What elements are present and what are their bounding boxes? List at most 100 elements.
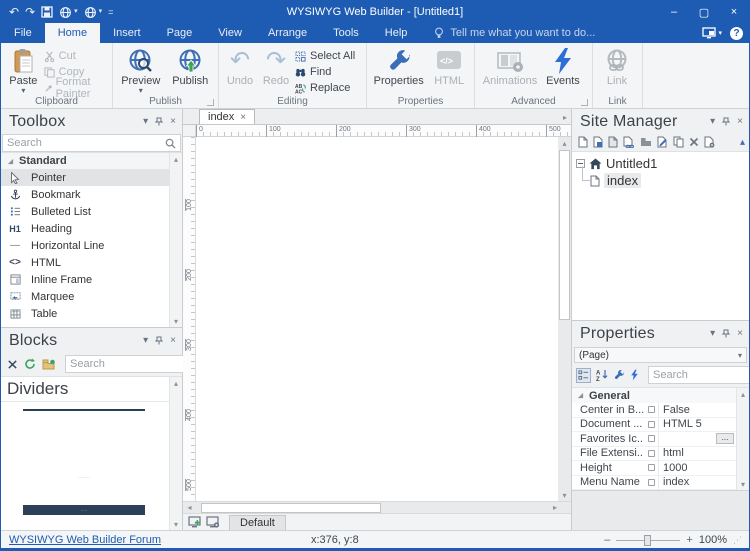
format-painter-button[interactable]: Format Painter — [44, 81, 108, 95]
property-value[interactable]: html — [658, 447, 736, 461]
horizontal-scroll-thumb[interactable] — [201, 503, 381, 513]
properties-button[interactable]: Properties — [371, 46, 426, 87]
tab-help[interactable]: Help — [372, 23, 421, 43]
blocks-scrollbar[interactable] — [169, 377, 182, 530]
replace-button[interactable]: ABAC Replace — [295, 81, 355, 95]
tab-home[interactable]: Home — [45, 23, 100, 43]
canvas-vertical-scrollbar[interactable] — [558, 137, 571, 501]
property-row-height[interactable]: Height 1000 — [572, 461, 736, 476]
property-row-favorites-icon[interactable]: Favorites Ic... ... — [572, 432, 736, 447]
edit-page-icon[interactable] — [657, 136, 668, 148]
new-page-icon[interactable] — [578, 136, 588, 148]
property-value[interactable] — [658, 432, 716, 446]
site-manager-menu-icon[interactable] — [710, 116, 715, 127]
canvas-horizontal-scrollbar[interactable] — [183, 501, 571, 513]
scroll-up-arrow[interactable] — [174, 377, 178, 389]
toolbox-item-pointer[interactable]: Pointer — [1, 169, 169, 186]
vertical-scroll-thumb[interactable] — [559, 150, 570, 320]
toolbox-item-heading[interactable]: H1 Heading — [1, 220, 169, 237]
property-pages-wrench-icon[interactable] — [613, 369, 625, 381]
scroll-down-arrow[interactable] — [174, 518, 178, 530]
blocks-open-folder-icon[interactable] — [42, 359, 55, 370]
close-button[interactable] — [719, 1, 749, 23]
property-value[interactable]: index — [658, 476, 736, 490]
divider-preview-bar[interactable]: ····· — [23, 505, 145, 515]
preview-dropdown-arrow[interactable] — [74, 6, 78, 18]
blocks-pin-icon[interactable] — [155, 336, 163, 345]
blocks-refresh-icon[interactable] — [24, 358, 36, 370]
properties-search[interactable] — [648, 366, 750, 384]
properties-pin-icon[interactable] — [722, 329, 730, 338]
publish-icon[interactable] — [84, 6, 103, 19]
tab-insert[interactable]: Insert — [100, 23, 154, 43]
paste-button[interactable]: Paste — [5, 46, 42, 94]
toolbox-item-bookmark[interactable]: Bookmark — [1, 186, 169, 203]
customize-qat-icon[interactable]: = — [108, 6, 113, 18]
scroll-up-arrow[interactable] — [562, 137, 566, 149]
site-manager-pin-icon[interactable] — [722, 117, 730, 126]
copy-page-icon[interactable] — [673, 136, 684, 148]
zoom-slider[interactable] — [616, 540, 680, 541]
add-breakpoint-icon[interactable] — [187, 515, 203, 530]
toolbox-scrollbar[interactable] — [169, 153, 182, 327]
property-value[interactable]: 1000 — [658, 461, 736, 475]
site-tree-page-index[interactable]: index — [590, 172, 749, 189]
undo-icon[interactable] — [9, 6, 19, 18]
select-all-button[interactable]: Select All — [295, 49, 355, 63]
categorized-view-icon[interactable] — [576, 368, 591, 383]
blocks-menu-icon[interactable] — [143, 335, 148, 346]
zoom-out-button[interactable] — [604, 534, 610, 546]
properties-search-input[interactable] — [649, 369, 750, 381]
tellme-box[interactable]: Tell me what you want to do... — [434, 23, 595, 43]
toolbox-item-marquee[interactable]: Marquee — [1, 288, 169, 305]
toolbox-pin-icon[interactable] — [155, 117, 163, 126]
paste-dropdown-arrow[interactable] — [21, 88, 25, 94]
toolbox-item-bulleted-list[interactable]: Bulleted List — [1, 203, 169, 220]
toolbox-item-horizontal-line[interactable]: — Horizontal Line — [1, 237, 169, 254]
scroll-down-arrow[interactable] — [174, 315, 178, 327]
resize-grip[interactable]: ⋰ — [733, 535, 741, 546]
scroll-down-arrow[interactable] — [741, 478, 745, 490]
site-manager-close-icon[interactable] — [737, 116, 743, 127]
blocks-section-dividers[interactable]: Dividers — [1, 377, 182, 402]
workspace-dropdown-arrow[interactable] — [718, 29, 722, 37]
toolbox-item-table[interactable]: Table — [1, 305, 169, 322]
folder-icon[interactable] — [640, 137, 652, 147]
animations-button[interactable]: Animations — [479, 46, 541, 87]
advanced-dialog-launcher[interactable] — [581, 99, 588, 106]
property-row-menu-name[interactable]: Menu Name index — [572, 476, 736, 491]
toolbox-search-input[interactable] — [3, 137, 165, 149]
maximize-button[interactable] — [689, 1, 719, 23]
link-page-icon[interactable] — [623, 136, 635, 148]
find-button[interactable]: Find — [295, 65, 355, 79]
preview-icon[interactable] — [59, 6, 78, 19]
tab-page[interactable]: Page — [154, 23, 206, 43]
breakpoint-settings-icon[interactable] — [205, 515, 221, 530]
toolbox-menu-icon[interactable] — [143, 116, 148, 127]
scroll-up-arrow[interactable] — [741, 388, 745, 400]
blocks-delete-icon[interactable] — [7, 359, 18, 370]
divider-preview-line[interactable] — [23, 409, 145, 411]
html-button[interactable]: </> HTML — [428, 46, 470, 87]
help-icon[interactable]: ? — [730, 27, 743, 40]
scroll-down-arrow[interactable] — [562, 491, 566, 500]
redo-button[interactable]: Redo — [259, 46, 293, 87]
property-row-center-in-browser[interactable]: Center in B... False — [572, 403, 736, 418]
toolbox-close-icon[interactable] — [170, 116, 176, 127]
tab-file[interactable]: File — [1, 23, 45, 43]
properties-close-icon[interactable] — [737, 328, 743, 339]
zoom-slider-thumb[interactable] — [644, 535, 651, 546]
document-tab-index[interactable]: index — [199, 109, 255, 124]
tab-view[interactable]: View — [205, 23, 255, 43]
tab-arrange[interactable]: Arrange — [255, 23, 320, 43]
tab-scroll-right-icon[interactable] — [563, 113, 567, 122]
link-button[interactable]: Link — [597, 46, 637, 87]
save-icon[interactable] — [41, 6, 53, 18]
new-master-page-icon[interactable] — [593, 136, 603, 148]
property-grid-scrollbar[interactable] — [736, 388, 749, 490]
breakpoint-tab-default[interactable]: Default — [229, 515, 286, 530]
toolbox-item-html[interactable]: <> HTML — [1, 254, 169, 271]
preview-dropdown-arrow2[interactable] — [139, 88, 143, 94]
property-row-document-type[interactable]: Document ... HTML 5 — [572, 418, 736, 433]
property-category-general[interactable]: General — [572, 388, 749, 403]
